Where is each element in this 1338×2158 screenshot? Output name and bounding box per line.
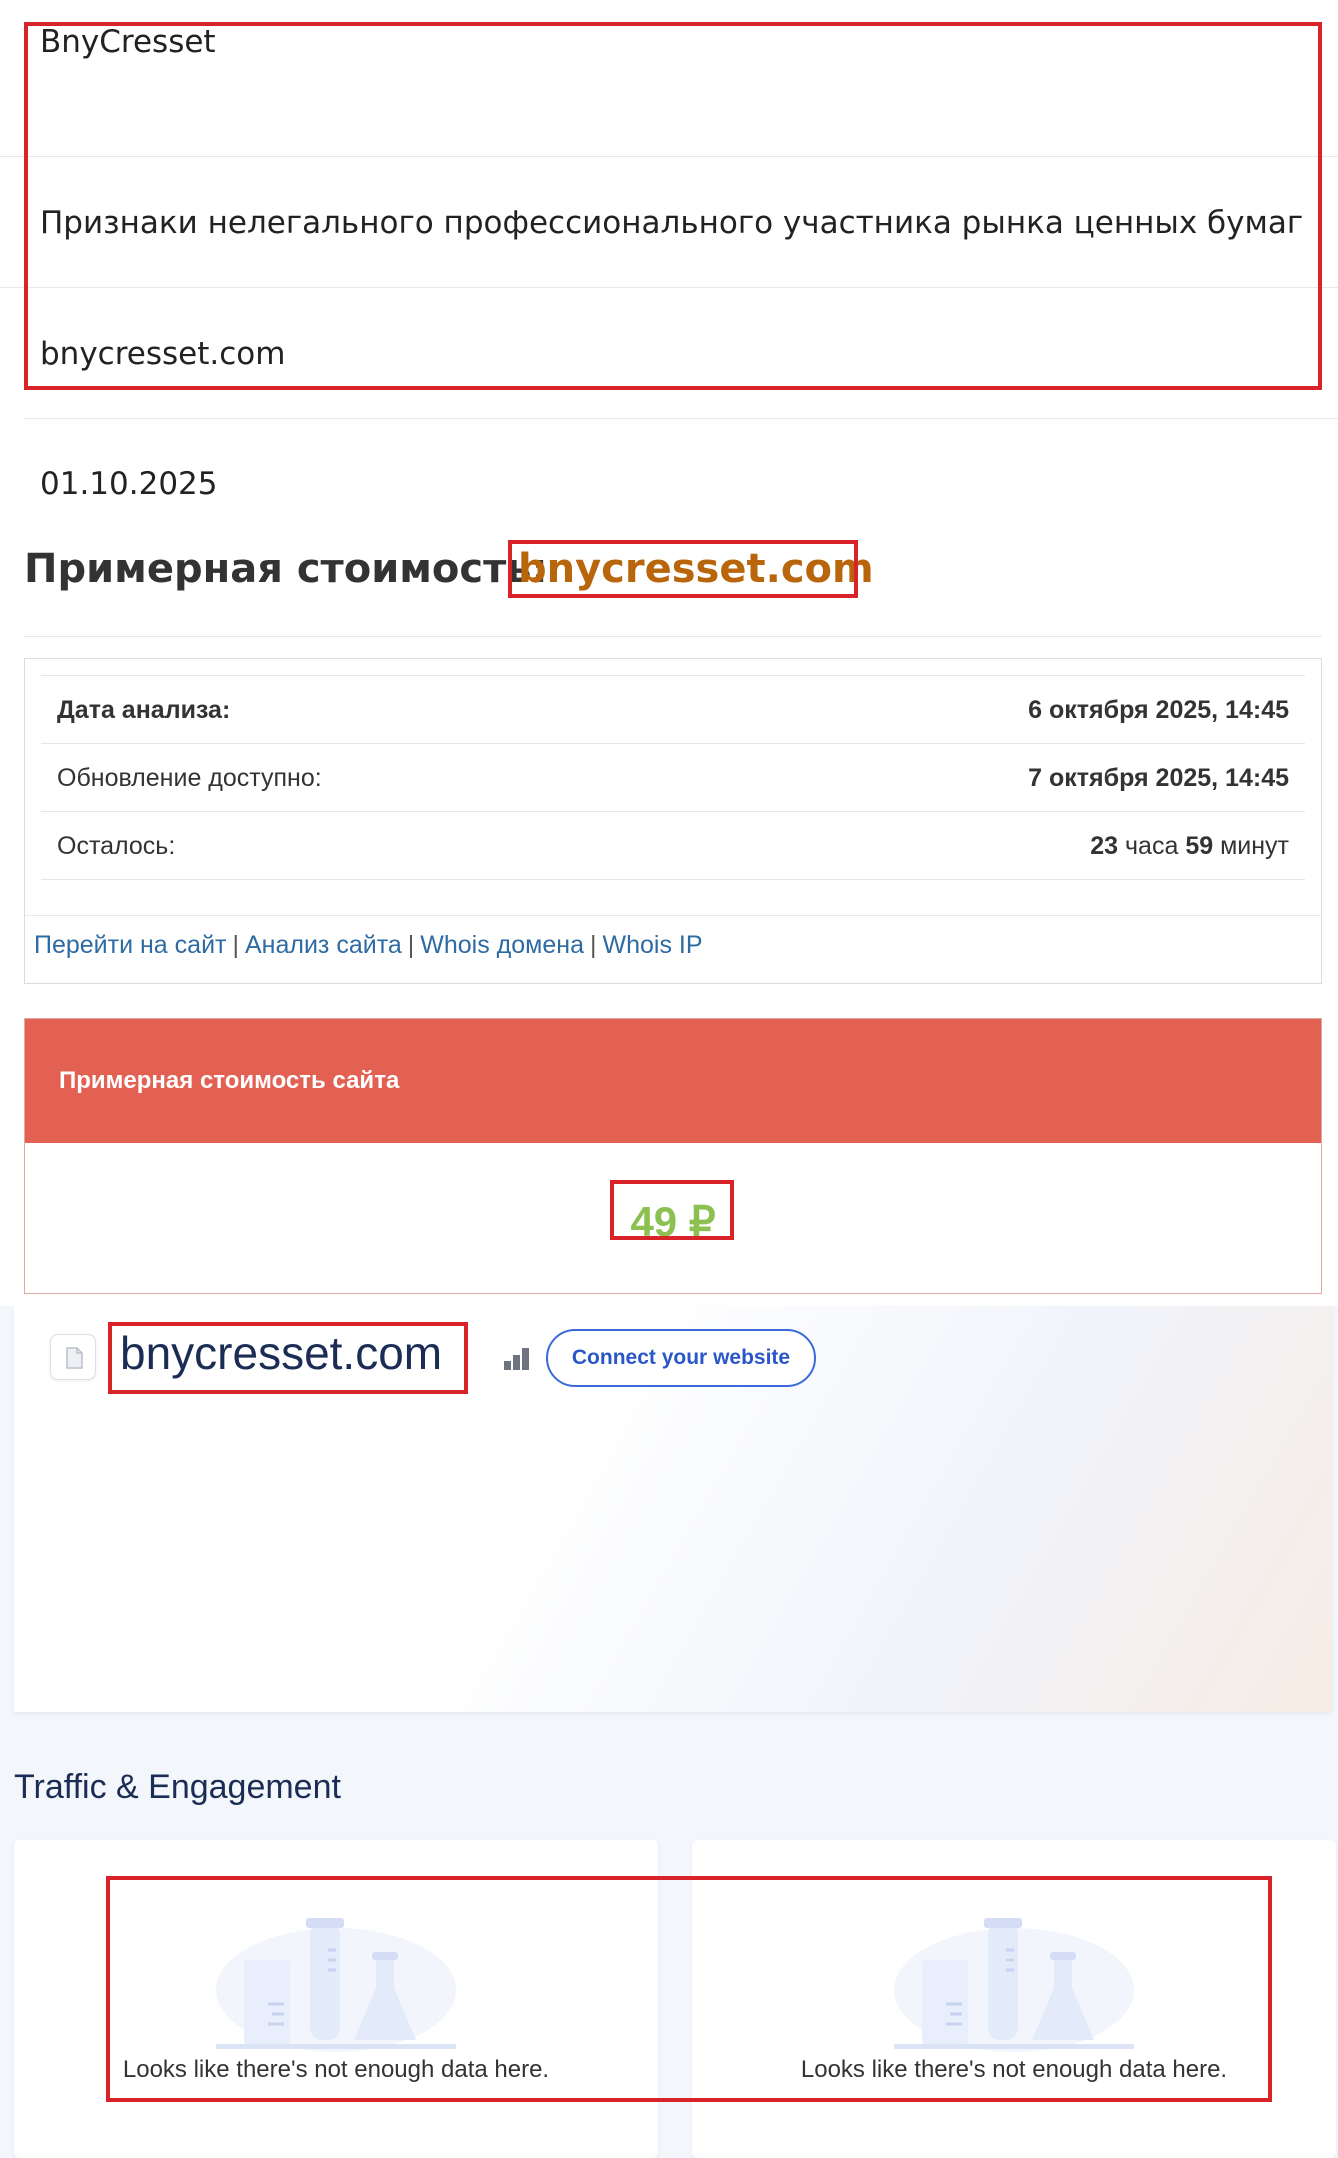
row-label: Дата анализа: <box>57 696 231 724</box>
page-title: Примерная стоимость: <box>24 546 548 592</box>
report-date: 01.10.2025 <box>40 466 218 502</box>
table-row: Дата анализа: 6 октября 2025, 14:45 <box>41 675 1305 743</box>
link-visit-site[interactable]: Перейти на сайт <box>34 931 226 959</box>
estimate-card-header: Примерная стоимость сайта <box>25 1019 1321 1143</box>
estimate-card: Примерная стоимость сайта 49 ₽ <box>24 1018 1322 1294</box>
divider <box>41 879 1305 880</box>
hours-word: часа <box>1125 832 1179 860</box>
row-label: Осталось: <box>57 832 176 860</box>
row-value-remaining: 23 часа 59 минут <box>1090 832 1289 861</box>
connect-website-button[interactable]: Connect your website <box>546 1329 816 1387</box>
link-site-analysis[interactable]: Анализ сайта <box>245 931 402 959</box>
minutes-number: 59 <box>1185 832 1214 860</box>
link-separator: | <box>407 931 415 959</box>
file-icon <box>50 1334 96 1380</box>
highlight-box <box>106 1876 1272 2102</box>
highlight-box <box>108 1322 468 1394</box>
row-value: 6 октября 2025, 14:45 <box>1028 696 1289 724</box>
divider <box>25 915 1321 916</box>
highlight-box <box>610 1180 734 1240</box>
divider <box>24 418 1338 419</box>
hours-number: 23 <box>1090 832 1119 860</box>
table-row: Обновление доступно: 7 октября 2025, 14:… <box>41 743 1305 811</box>
row-value: 7 октября 2025, 14:45 <box>1028 764 1289 792</box>
minutes-word: минут <box>1220 832 1289 860</box>
site-links: Перейти на сайт | Анализ сайта | Whois домен… <box>34 931 703 960</box>
link-whois-domain[interactable]: Whois домена <box>420 931 584 959</box>
divider <box>24 636 1322 637</box>
rank-bars-icon <box>504 1348 529 1370</box>
link-whois-ip[interactable]: Whois IP <box>602 931 702 959</box>
estimate-card-title: Примерная стоимость сайта <box>59 1067 400 1094</box>
link-separator: | <box>589 931 597 959</box>
link-separator: | <box>232 931 239 959</box>
table-row: Осталось: 23 часа 59 минут <box>41 811 1305 879</box>
highlight-box <box>508 540 858 598</box>
highlight-box <box>24 22 1322 390</box>
row-label: Обновление доступно: <box>57 764 322 792</box>
section-title-traffic: Traffic & Engagement <box>14 1768 341 1806</box>
